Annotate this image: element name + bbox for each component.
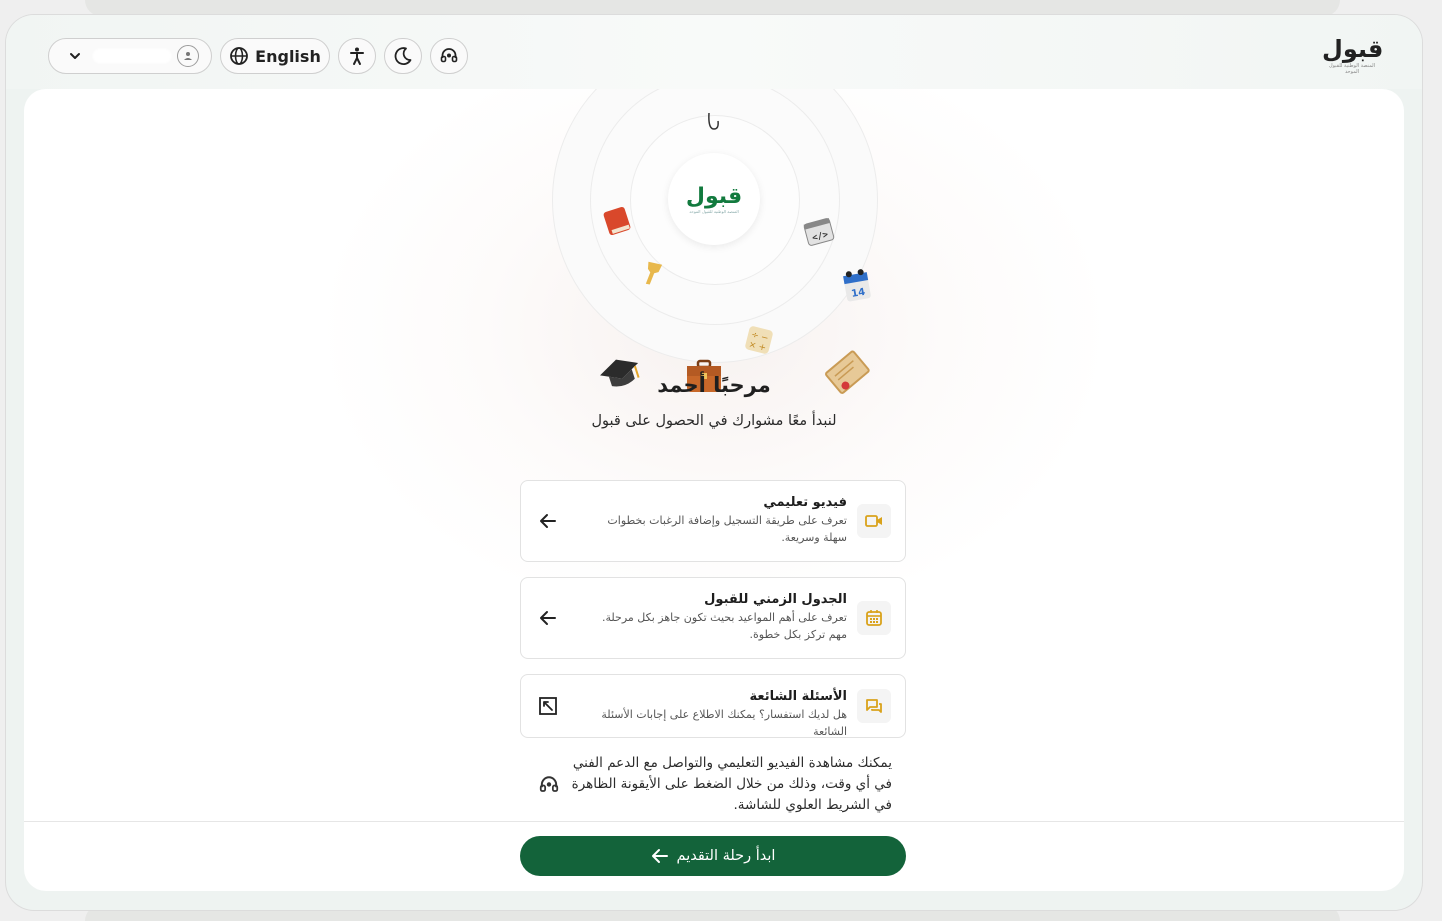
main-card: قبول المنصة الوطنية للقبول الموحد </> 14… — [24, 89, 1404, 891]
start-application-label: ابدأ رحلة التقديم — [676, 848, 776, 864]
center-logo-subtitle: المنصة الوطنية للقبول الموحد — [689, 208, 739, 214]
language-switch-button[interactable]: English — [220, 38, 330, 74]
option-faq[interactable]: الأسئلة الشائعة هل لديك استفسار؟ يمكنك ا… — [520, 674, 906, 738]
video-icon — [857, 504, 891, 538]
top-bar: English قبول المنصة الوطنية للقبول الموح… — [6, 15, 1422, 89]
footer-divider — [24, 821, 1404, 822]
arrow-left-icon — [537, 510, 559, 532]
center-logo: قبول المنصة الوطنية للقبول الموحد — [668, 153, 760, 245]
theme-toggle-button[interactable] — [384, 38, 422, 74]
accessibility-icon — [350, 47, 364, 65]
option-title: فيديو تعليمي — [763, 495, 847, 510]
support-note-text: يمكنك مشاهدة الفيديو التعليمي والتواصل م… — [571, 755, 892, 813]
hook-icon — [708, 112, 719, 130]
headset-icon — [440, 48, 458, 63]
background-strip-top — [85, 0, 1340, 16]
option-admission-timeline[interactable]: الجدول الزمني للقبول تعرف على أهم المواع… — [520, 577, 906, 659]
user-menu-dropdown[interactable] — [48, 38, 212, 74]
support-button[interactable] — [430, 38, 468, 74]
start-application-button[interactable]: ابدأ رحلة التقديم — [520, 836, 906, 876]
user-name — [93, 49, 171, 63]
option-title: الجدول الزمني للقبول — [704, 592, 847, 607]
option-text: فيديو تعليمي تعرف على طريقة التسجيل وإضا… — [581, 494, 847, 546]
globe-icon — [230, 47, 249, 65]
arrow-left-icon — [537, 607, 559, 629]
calendar-icon: 14 — [843, 269, 871, 302]
user-icon — [177, 45, 199, 67]
option-text: الأسئلة الشائعة هل لديك استفسار؟ يمكنك ا… — [581, 688, 847, 740]
option-tutorial-video[interactable]: فيديو تعليمي تعرف على طريقة التسجيل وإضا… — [520, 480, 906, 562]
language-label: English — [255, 46, 321, 66]
support-note: يمكنك مشاهدة الفيديو التعليمي والتواصل م… — [534, 753, 892, 816]
calendar-icon — [857, 601, 891, 635]
welcome-title: مرحبًا أحمد — [657, 373, 771, 397]
chat-icon — [857, 689, 891, 723]
brand-logo[interactable]: قبول المنصة الوطنية للقبول الموحد — [1322, 35, 1384, 83]
chevron-down-icon — [70, 53, 80, 59]
headset-icon — [539, 775, 559, 792]
option-text: الجدول الزمني للقبول تعرف على أهم المواع… — [581, 591, 847, 643]
calculator-icon: ÷ −× + — [745, 326, 773, 354]
trophy-icon — [645, 261, 663, 285]
moon-icon — [394, 47, 412, 65]
brand-logo-subtitle: المنصة الوطنية للقبول الموحد — [1328, 63, 1376, 75]
center-logo-word: قبول — [685, 183, 743, 209]
external-link-icon — [537, 695, 559, 717]
app-window: English قبول المنصة الوطنية للقبول الموح… — [6, 15, 1422, 910]
hero-illustration: قبول المنصة الوطنية للقبول الموحد </> 14… — [544, 89, 924, 409]
arrow-left-icon — [651, 849, 668, 863]
option-description: تعرف على طريقة التسجيل وإضافة الرغبات بخ… — [607, 514, 847, 544]
book-icon — [603, 206, 631, 236]
brand-logo-word: قبول — [1322, 35, 1384, 63]
option-title: الأسئلة الشائعة — [749, 689, 848, 704]
option-description: تعرف على أهم المواعيد بحيث تكون جاهز بكل… — [602, 611, 847, 641]
option-description: هل لديك استفسار؟ يمكنك الاطلاع على إجابا… — [601, 708, 847, 738]
accessibility-button[interactable] — [338, 38, 376, 74]
code-icon: </> — [803, 218, 835, 246]
welcome-subtitle: لنبدأ معًا مشوارك في الحصول على قبول — [591, 413, 837, 429]
